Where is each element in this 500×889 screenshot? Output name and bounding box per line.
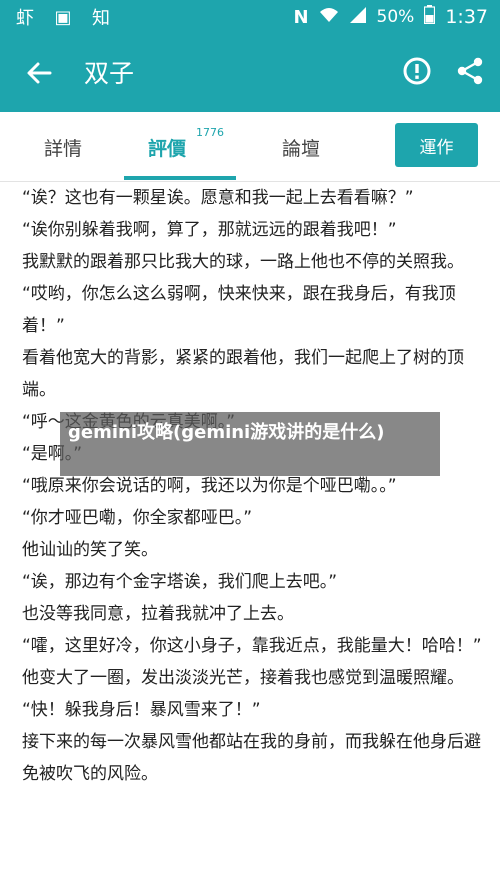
paragraph: “你才哑巴嘞，你全家都哑巴。” bbox=[22, 508, 253, 528]
app-bar: 双子 bbox=[0, 36, 500, 112]
battery-level: 50% bbox=[376, 7, 415, 27]
tab-reviews[interactable]: 評價 1776 bbox=[148, 126, 224, 161]
tab-indicator bbox=[124, 176, 236, 180]
tab-bar: 詳情 評價 1776 論壇 運作 bbox=[0, 112, 500, 182]
banner-title: gemini攻略(gemini游戏讲的是什么) bbox=[68, 422, 385, 443]
status-notifications: 虾 ▣ 知 bbox=[14, 6, 112, 30]
zhihu-icon: 知 bbox=[92, 8, 110, 29]
wifi-icon bbox=[319, 6, 339, 29]
paragraph: “哎哟，你怎么这么弱啊，快来快来，跟在我身后，有我顶着！” bbox=[22, 284, 456, 336]
tab-details[interactable]: 詳情 bbox=[44, 134, 82, 161]
paragraph: 我默默的跟着那只比我大的球，一路上他也不停的关照我。 bbox=[22, 252, 464, 272]
paragraph: “诶？这也有一颗星诶。愿意和我一起上去看看嘛？” bbox=[22, 188, 414, 208]
paragraph: 他讪讪的笑了笑。 bbox=[22, 540, 158, 560]
share-icon[interactable] bbox=[455, 56, 485, 86]
status-indicators: N 50% 1:37 bbox=[293, 5, 488, 29]
tab-forum[interactable]: 論壇 bbox=[282, 134, 320, 161]
review-content: “诶？这也有一颗星诶。愿意和我一起上去看看嘛？” “诶你别躲着我啊，算了，那就远… bbox=[22, 182, 484, 889]
paragraph: 接下来的每一次暴风雪他都站在我的身前，而我躲在他身后避免被吹飞的风险。 bbox=[22, 732, 481, 784]
paragraph: “快！躲我身后！暴风雪来了！” bbox=[22, 700, 261, 720]
clock: 1:37 bbox=[445, 6, 488, 28]
page-title: 双子 bbox=[84, 59, 135, 88]
run-button[interactable]: 運作 bbox=[395, 123, 478, 167]
signal-icon bbox=[349, 6, 367, 29]
paragraph: “诶你别躲着我啊，算了，那就远远的跟着我吧！” bbox=[22, 220, 397, 240]
review-count-badge: 1776 bbox=[196, 126, 224, 139]
image-icon: ▣ bbox=[54, 6, 72, 28]
overlay-banner: gemini攻略(gemini游戏讲的是什么) bbox=[60, 412, 440, 476]
status-bar: 虾 ▣ 知 N 50% 1:37 bbox=[0, 0, 500, 36]
paragraph: 他变大了一圈，发出淡淡光芒，接着我也感觉到温暖照耀。 bbox=[22, 668, 464, 688]
paragraph: “诶，那边有个金字塔诶，我们爬上去吧。” bbox=[22, 572, 338, 592]
paragraph: 也没等我同意，拉着我就冲了上去。 bbox=[22, 604, 294, 624]
nfc-icon: N bbox=[293, 6, 309, 28]
paragraph: 看着他宽大的背影，紧紧的跟着他，我们一起爬上了树的顶端。 bbox=[22, 348, 464, 400]
battery-icon bbox=[424, 5, 436, 29]
tab-reviews-label: 評價 bbox=[148, 138, 187, 160]
shrimp-notification-icon: 虾 bbox=[16, 8, 34, 29]
alert-icon[interactable] bbox=[402, 56, 432, 86]
paragraph: “嚯，这里好冷，你这小身子，靠我近点，我能量大！哈哈！” bbox=[22, 636, 482, 656]
back-arrow-icon[interactable] bbox=[22, 56, 56, 90]
